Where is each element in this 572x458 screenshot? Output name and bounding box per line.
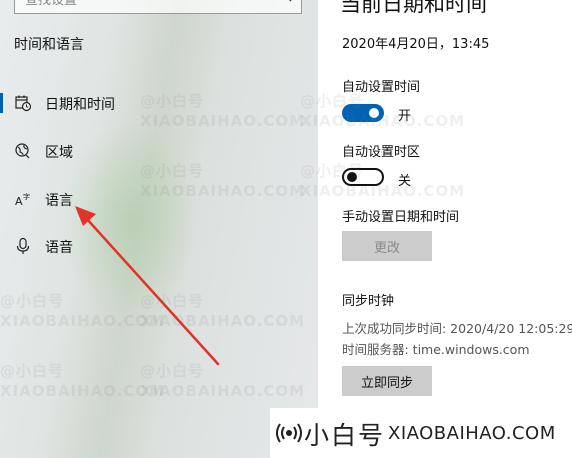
sidebar-item-label: 日期和时间: [45, 97, 115, 113]
sync-now-button[interactable]: 立即同步: [342, 366, 432, 396]
language-icon: A 字: [15, 192, 30, 208]
last-sync-text: 上次成功同步时间: 2020/4/20 12:05:29: [342, 321, 572, 336]
sidebar-item-label: 区域: [45, 145, 73, 161]
settings-sidebar: 查找设置 时间和语言 日期和时间 区域 A 字 语言 语音: [0, 0, 318, 458]
auto-time-label: 自动设置时间: [342, 80, 421, 95]
auto-timezone-label: 自动设置时区: [342, 145, 421, 160]
sync-clock-heading: 同步时钟: [342, 294, 395, 309]
svg-text:A: A: [15, 195, 23, 208]
manual-datetime-label: 手动设置日期和时间: [342, 210, 460, 225]
sidebar-item-speech[interactable]: 语音: [0, 228, 318, 264]
time-server-text: 时间服务器: time.windows.com: [342, 342, 530, 357]
microphone-icon: [16, 237, 30, 254]
sidebar-item-region[interactable]: 区域: [0, 133, 318, 169]
auto-timezone-state: 关: [398, 174, 412, 189]
sidebar-item-language[interactable]: A 字 语言: [0, 181, 318, 217]
date-time-panel: 当前日期和时间 2020年4月20日，13:45 自动设置时间 开 自动设置时区…: [318, 0, 572, 458]
brand-name-cn: 小白号: [304, 421, 386, 450]
auto-time-toggle[interactable]: [342, 104, 384, 122]
svg-text:字: 字: [23, 192, 30, 201]
globe-region-icon: [15, 143, 30, 159]
sidebar-item-date-time[interactable]: 日期和时间: [0, 85, 318, 121]
section-title: 时间和语言: [14, 37, 84, 53]
auto-time-state: 开: [398, 109, 412, 124]
auto-timezone-toggle[interactable]: [342, 168, 384, 186]
brand-name-en: XIAOBAIHAO.COM: [388, 423, 556, 444]
sidebar-item-label: 语言: [45, 193, 73, 209]
toggle-knob: [347, 172, 357, 182]
change-button[interactable]: 更改: [342, 231, 432, 261]
toggle-knob: [369, 108, 379, 118]
sidebar-item-label: 语音: [45, 240, 73, 256]
signal-wave-icon: [276, 423, 302, 443]
calendar-clock-icon: [15, 95, 32, 112]
search-placeholder: 查找设置: [25, 0, 78, 8]
current-datetime: 2020年4月20日，13:45: [342, 37, 490, 52]
page-title: 当前日期和时间: [340, 0, 487, 16]
brand-watermark-badge: 小白号 XIAOBAIHAO.COM: [270, 408, 572, 458]
search-icon[interactable]: [277, 0, 293, 3]
search-input[interactable]: 查找设置: [14, 0, 302, 14]
